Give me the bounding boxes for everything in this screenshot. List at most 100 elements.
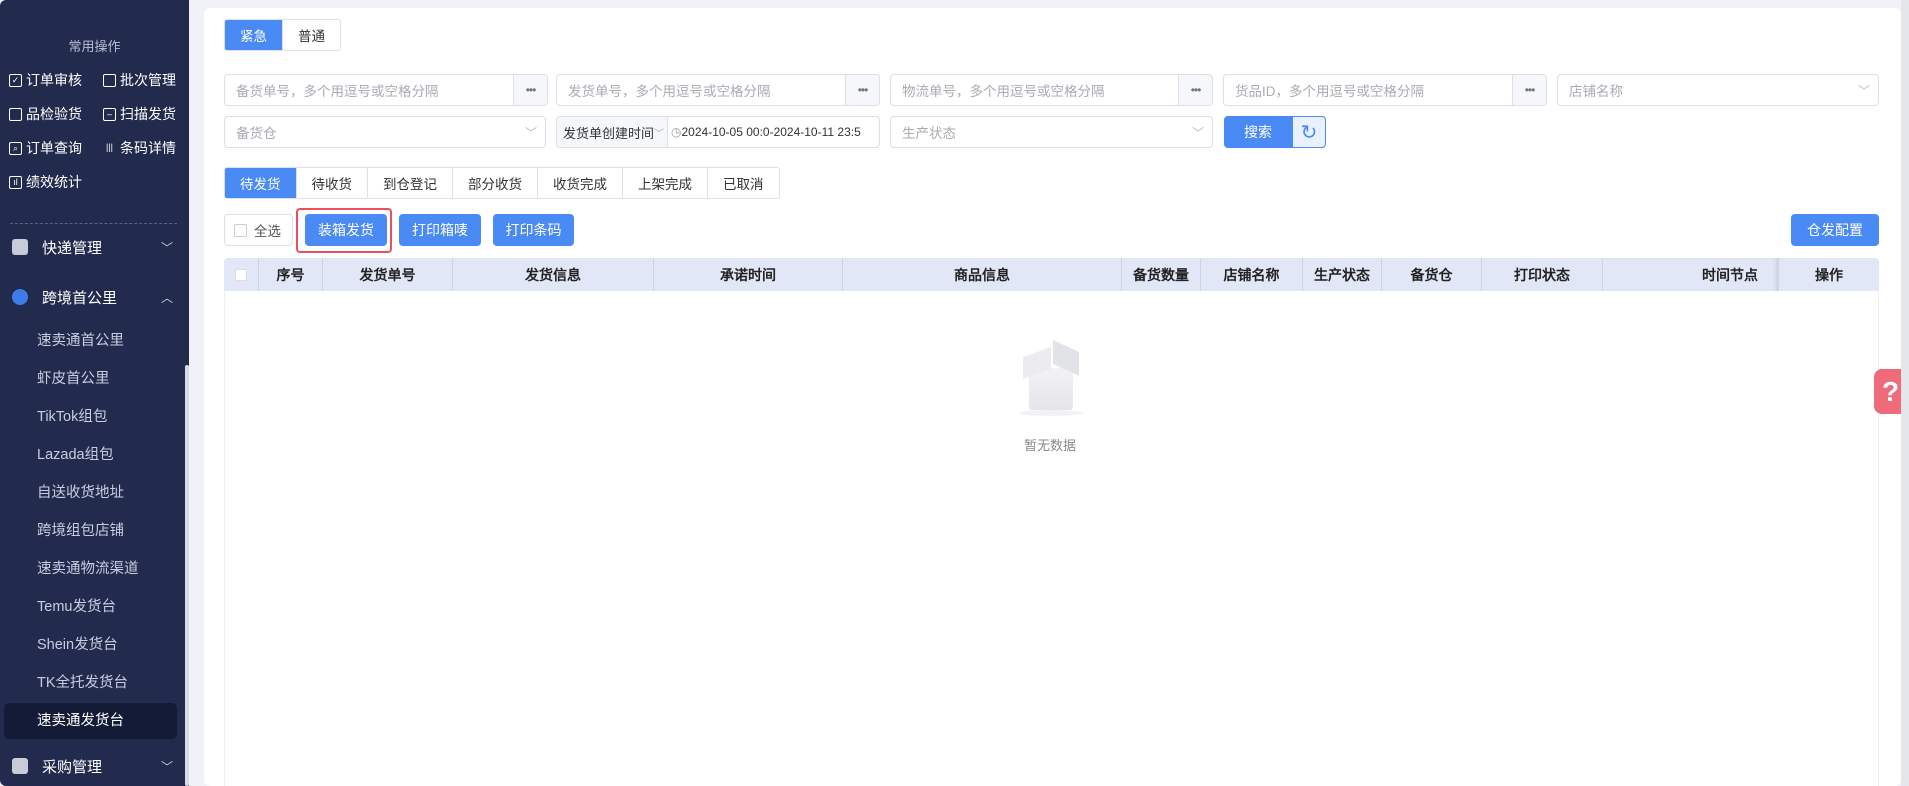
label: 扫描发货 — [120, 106, 176, 122]
goods-id-input[interactable]: 货品ID，多个用逗号或空格分隔 ••• — [1223, 74, 1547, 106]
refresh-icon[interactable]: ↻ — [1292, 116, 1326, 148]
print-box-label-button[interactable]: 打印箱唛 — [399, 214, 481, 246]
more-icon[interactable]: ••• — [1512, 75, 1546, 105]
chevron-down-icon: ﹀ — [160, 240, 173, 255]
search-doc-icon: ⌕ — [9, 141, 22, 155]
clock-icon: ◷ — [671, 125, 682, 139]
col-shop: 店铺名称 — [1201, 258, 1303, 291]
group-crossborder[interactable]: 跨境首公里 ︿ — [12, 282, 177, 312]
inspect-icon — [9, 107, 22, 121]
col-warehouse: 备货仓 — [1382, 258, 1482, 291]
sub-item[interactable]: Shein发货台 — [4, 627, 177, 663]
more-icon[interactable]: ••• — [513, 75, 547, 105]
checkbox-icon — [234, 223, 247, 237]
tab-cancelled[interactable]: 已取消 — [708, 168, 779, 198]
batch-icon — [103, 73, 116, 87]
page-scrollbar[interactable] — [1901, 0, 1909, 786]
tab-partial[interactable]: 部分收货 — [453, 168, 538, 198]
group-purchase[interactable]: 采购管理 ﹀ — [12, 751, 177, 781]
globe-icon — [12, 289, 28, 305]
label: 品检验货 — [26, 106, 82, 122]
date-filter[interactable]: 发货单创建时间 ﹀ ◷ 2024-10-05 00:0-2024-10-11 23… — [556, 116, 880, 148]
more-icon[interactable]: ••• — [845, 75, 879, 105]
col-index: 序号 — [259, 258, 323, 291]
sub-item[interactable]: 虾皮首公里 — [4, 361, 177, 397]
label: 跨境首公里 — [42, 289, 118, 307]
empty-box-icon — [1013, 338, 1089, 418]
store-icon — [12, 758, 28, 774]
more-icon[interactable]: ••• — [1178, 75, 1212, 105]
print-barcode-button[interactable]: 打印条码 — [493, 214, 574, 246]
tab-pending-receive[interactable]: 待收货 — [296, 168, 368, 198]
chevron-down-icon: ﹀ — [160, 759, 173, 774]
tab-normal[interactable]: 普通 — [283, 20, 340, 50]
ship-no-input[interactable]: 发货单号，多个用逗号或空格分隔 ••• — [556, 74, 880, 106]
shop-select[interactable]: 店铺名称 ﹀ — [1557, 74, 1879, 106]
col-production: 生产状态 — [1303, 258, 1382, 291]
tab-pending-ship[interactable]: 待发货 — [225, 168, 297, 198]
table-header: 序号 发货单号 发货信息 承诺时间 商品信息 备货数量 店铺名称 生产状态 备货… — [224, 258, 1879, 291]
placeholder: 备货单号，多个用逗号或空格分隔 — [236, 84, 439, 99]
placeholder: 物流单号，多个用逗号或空格分隔 — [902, 84, 1105, 99]
col-ship-no: 发货单号 — [323, 258, 453, 291]
sub-item[interactable]: 跨境组包店铺 — [4, 513, 177, 549]
col-action: 操作 — [1815, 266, 1843, 283]
label: 条码详情 — [120, 140, 176, 156]
quick-scan[interactable]: – 扫描发货 — [103, 104, 176, 124]
sub-item-active[interactable]: 速卖通发货台 — [4, 703, 177, 739]
status-tabs: 待发货 待收货 到仓登记 部分收货 收货完成 上架完成 已取消 — [224, 167, 780, 199]
barcode-icon: ||| — [105, 141, 113, 152]
sub-item[interactable]: Temu发货台 — [4, 589, 177, 625]
placeholder: 店铺名称 — [1569, 84, 1623, 99]
section-title: 常用操作 — [68, 39, 121, 54]
sub-item[interactable]: TK全托发货台 — [4, 665, 177, 701]
logistics-no-input[interactable]: 物流单号，多个用逗号或空格分隔 ••• — [890, 74, 1213, 106]
col-promise-time: 承诺时间 — [654, 258, 843, 291]
warehouse-select[interactable]: 备货仓 ﹀ — [224, 116, 546, 148]
box-icon — [12, 239, 28, 255]
quick-order-review[interactable]: ✓ 订单审核 — [9, 70, 82, 90]
sidebar: 常用操作 ✓ 订单审核 批次管理 品检验货 – 扫描发货 ⌕ 订单查询 ||| 条码详情… — [0, 0, 189, 786]
chevron-down-icon: ﹀ — [1191, 125, 1204, 140]
scan-icon: – — [103, 107, 116, 121]
label: 绩效统计 — [26, 174, 82, 190]
quick-stats[interactable]: ıl 绩效统计 — [9, 172, 82, 192]
tab-received[interactable]: 收货完成 — [538, 168, 623, 198]
quick-batch[interactable]: 批次管理 — [103, 70, 176, 90]
search-button[interactable]: 搜索 — [1224, 116, 1292, 148]
quick-barcode[interactable]: ||| 条码详情 — [103, 138, 176, 158]
date-type-select[interactable]: 发货单创建时间 ﹀ — [557, 117, 669, 147]
label: 批次管理 — [120, 72, 176, 88]
label: 快递管理 — [42, 239, 103, 257]
tab-urgent[interactable]: 紧急 — [225, 20, 283, 50]
chevron-up-icon: ︿ — [160, 290, 173, 305]
placeholder: 生产状态 — [902, 126, 956, 141]
sub-item[interactable]: 自送收货地址 — [4, 475, 177, 511]
production-status-select[interactable]: 生产状态 ﹀ — [890, 116, 1213, 148]
group-express[interactable]: 快递管理 ﹀ — [12, 232, 177, 262]
stock-no-input[interactable]: 备货单号，多个用逗号或空格分隔 ••• — [224, 74, 548, 106]
col-ship-info: 发货信息 — [453, 258, 654, 291]
chevron-down-icon: ﹀ — [524, 125, 537, 140]
header-checkbox[interactable] — [224, 258, 259, 291]
tab-arrival[interactable]: 到仓登记 — [368, 168, 453, 198]
warehouse-config-button[interactable]: 仓发配置 — [1791, 214, 1879, 246]
label: 全选 — [254, 224, 281, 239]
sub-item[interactable]: Lazada组包 — [4, 437, 177, 473]
col-stock-qty: 备货数量 — [1122, 258, 1201, 291]
sub-item[interactable]: 速卖通物流渠道 — [4, 551, 177, 587]
check-square-icon: ✓ — [9, 73, 22, 87]
divider — [10, 223, 177, 224]
tab-shelved[interactable]: 上架完成 — [623, 168, 708, 198]
quick-order-query[interactable]: ⌕ 订单查询 — [9, 138, 82, 158]
quick-inspect[interactable]: 品检验货 — [9, 104, 82, 124]
sub-item[interactable]: 速卖通首公里 — [4, 323, 177, 359]
pack-ship-button[interactable]: 装箱发货 — [305, 214, 387, 246]
priority-tabs: 紧急 普通 — [224, 19, 341, 51]
date-range-input[interactable]: 2024-10-05 00:0-2024-10-11 23:5 — [682, 125, 861, 139]
label: 采购管理 — [42, 758, 103, 776]
placeholder: 货品ID，多个用逗号或空格分隔 — [1235, 84, 1424, 99]
select-all-checkbox[interactable]: 全选 — [224, 214, 293, 246]
sidebar-scrollbar[interactable] — [185, 365, 189, 786]
sub-item[interactable]: TikTok组包 — [4, 399, 177, 435]
